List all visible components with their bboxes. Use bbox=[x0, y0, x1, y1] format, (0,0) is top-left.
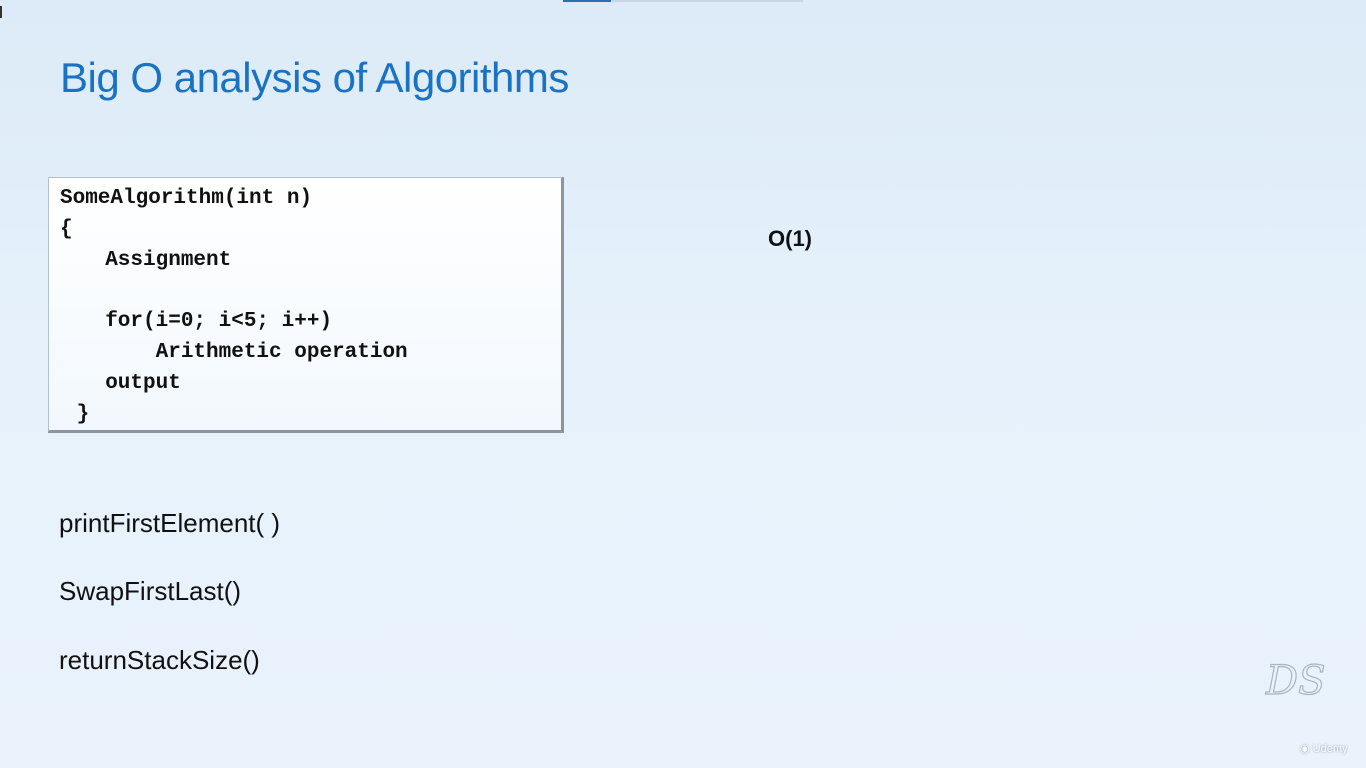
example-item: printFirstElement( ) bbox=[59, 508, 281, 538]
ds-watermark-logo: DS bbox=[1264, 657, 1326, 704]
udemy-logo-icon: ◉ bbox=[1300, 743, 1310, 755]
video-progress-fill bbox=[563, 0, 611, 2]
code-line: } bbox=[64, 403, 90, 426]
slide-title: Big O analysis of Algorithms bbox=[60, 54, 569, 101]
code-line: Arithmetic operation bbox=[80, 341, 408, 364]
code-line: Assignment bbox=[80, 249, 232, 272]
code-line: { bbox=[60, 218, 73, 241]
complexity-label: O(1) bbox=[768, 226, 812, 251]
udemy-logo-text: Udemy bbox=[1312, 743, 1348, 755]
code-line: for(i=0; i<5; i++) bbox=[80, 310, 333, 333]
code-block: SomeAlgorithm(int n) { Assignment for(i=… bbox=[48, 177, 564, 433]
watermark-text: DS bbox=[1265, 658, 1325, 704]
code-line: SomeAlgorithm(int n) bbox=[60, 187, 313, 210]
video-progress-bar[interactable] bbox=[563, 0, 803, 2]
example-item: SwapFirstLast() bbox=[59, 576, 242, 606]
example-item: returnStackSize() bbox=[59, 645, 260, 675]
code-line: output bbox=[80, 372, 181, 395]
udemy-logo: ◉ Udemy bbox=[1300, 742, 1348, 755]
cursor-mark bbox=[0, 6, 2, 18]
